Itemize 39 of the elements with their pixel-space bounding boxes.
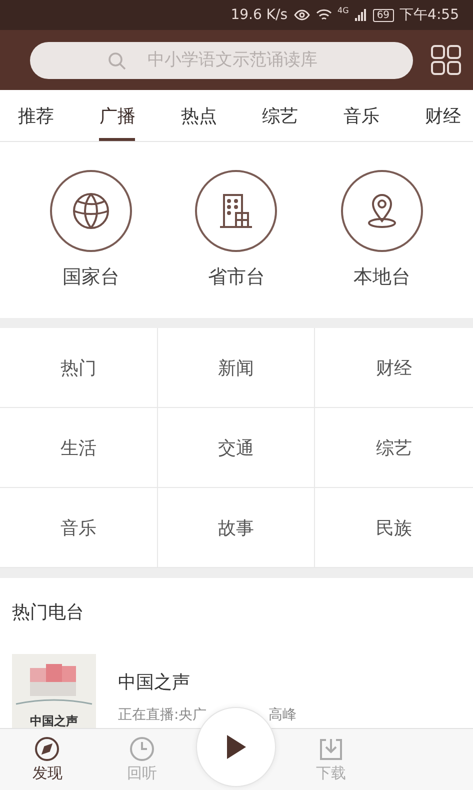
station-name[interactable]: 中国之声 xyxy=(118,670,297,694)
category-cell[interactable]: 热门 xyxy=(0,328,158,408)
globe-icon xyxy=(70,191,111,231)
category-tab[interactable]: 音乐 xyxy=(344,90,380,141)
grid-menu-icon[interactable] xyxy=(431,45,461,75)
station-type-button[interactable] xyxy=(341,170,424,252)
eye-icon xyxy=(294,9,310,21)
station-type-button[interactable] xyxy=(50,170,132,252)
station-type-label[interactable]: 省市台 xyxy=(208,264,265,290)
wifi-icon xyxy=(316,8,332,22)
download-icon xyxy=(318,736,344,762)
category-tab[interactable]: 综艺 xyxy=(262,90,298,141)
live-status-tail: 高峰 xyxy=(268,706,297,724)
station-type-label[interactable]: 国家台 xyxy=(62,264,120,290)
live-status: 正在直播:央广 xyxy=(118,706,207,724)
play-icon xyxy=(225,734,248,760)
section-title: 热门电台 xyxy=(11,601,85,625)
network-type: 4G xyxy=(338,6,349,15)
search-icon xyxy=(108,52,126,70)
search-field[interactable]: 中小学语文示范诵读库 xyxy=(30,42,413,78)
category-tab[interactable]: 热点 xyxy=(180,90,217,141)
category-cell[interactable]: 交通 xyxy=(158,408,316,488)
clock-time: 下午4:55 xyxy=(400,6,459,24)
category-cell[interactable]: 综艺 xyxy=(315,408,473,488)
category-tab[interactable]: 财经 xyxy=(424,90,461,141)
logo-text: 中国之声 xyxy=(30,713,78,730)
clock-icon xyxy=(128,736,155,762)
category-tab[interactable]: 广播 xyxy=(99,90,136,141)
category-tab[interactable]: 推荐 xyxy=(18,90,54,141)
category-cell[interactable]: 财经 xyxy=(315,328,473,408)
battery-level: 69 xyxy=(372,8,394,22)
nav-tab[interactable]: 发现 xyxy=(0,729,95,790)
category-cell[interactable]: 新闻 xyxy=(158,328,316,408)
station-type-label[interactable]: 本地台 xyxy=(354,264,411,290)
category-cell[interactable]: 生活 xyxy=(0,408,158,488)
network-speed: 19.6 K/s xyxy=(230,7,288,23)
station-type-button[interactable] xyxy=(195,170,278,252)
signal-icon xyxy=(354,9,367,21)
compass-icon xyxy=(34,736,60,762)
